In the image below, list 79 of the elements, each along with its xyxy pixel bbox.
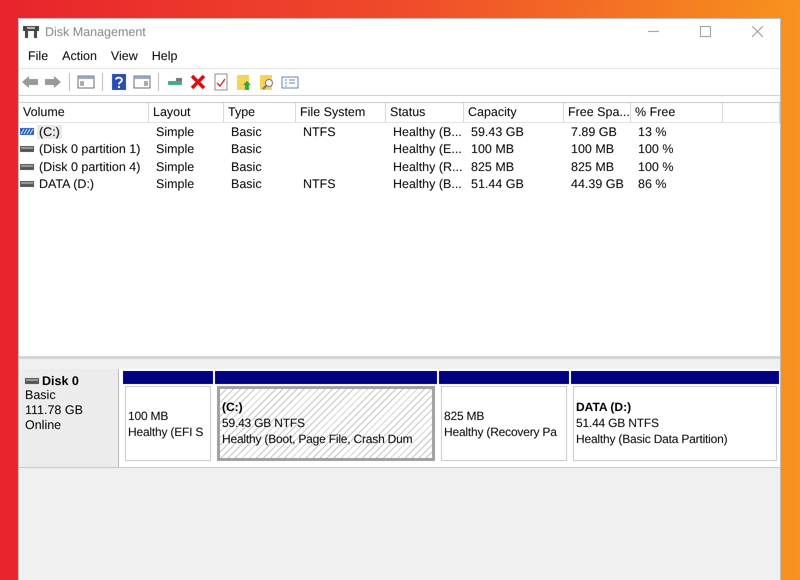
table-cell-text: Basic — [230, 160, 263, 174]
partition-status: Healthy (Basic Data Partition) — [576, 431, 728, 447]
table-cell-text: Simple — [155, 177, 196, 192]
column-header[interactable]: Layout — [149, 103, 224, 122]
menu-item[interactable]: Help — [144, 49, 184, 63]
column-header[interactable]: Capacity — [464, 103, 564, 122]
table-cell-text: NTFS — [302, 124, 337, 139]
column-header[interactable]: Volume — [19, 103, 149, 122]
drive-entry[interactable]: (C:) — [37, 124, 62, 139]
disk-state: Online — [25, 418, 62, 433]
volume-icon — [20, 181, 34, 188]
volume-icon — [20, 164, 34, 170]
column-header[interactable]: Free Spa... — [564, 103, 631, 122]
partition-label: DATA (D:) — [576, 400, 632, 415]
table-cell-text: Simple — [155, 160, 196, 174]
table-cell-text: 100 % — [637, 160, 674, 174]
table-cell-text: 44.39 GB — [570, 177, 625, 192]
table-cell-text: 100 % — [637, 142, 674, 156]
table-cell-text: Basic — [230, 142, 263, 156]
forward-icon[interactable] — [44, 73, 62, 91]
window-title: Disk Management — [45, 24, 147, 38]
table-cell-text: 100 MB — [470, 142, 516, 156]
partition-status: Healthy (Recovery Pa — [444, 424, 557, 440]
column-header[interactable]: % Free — [631, 103, 723, 122]
disk-info-panel[interactable]: Disk 0 Basic 111.78 GB Online — [19, 369, 119, 467]
partition-label: (C:) — [222, 400, 243, 415]
table-cell-text: 59.43 GB — [470, 124, 525, 139]
disk-type: Basic — [25, 388, 57, 403]
table-cell-text: NTFS — [302, 177, 337, 192]
table-cell-text: 13 % — [637, 124, 668, 139]
partition-block[interactable]: 825 MB Healthy (Recovery Pa — [441, 386, 567, 461]
column-header[interactable]: File System — [296, 103, 386, 122]
table-cell-text: 51.44 GB — [470, 177, 525, 192]
menu-item[interactable]: File — [21, 49, 56, 63]
partition-size: 100 MB — [128, 408, 168, 424]
partition-size: 59.43 GB NTFS — [222, 415, 305, 431]
search-icon[interactable] — [258, 73, 276, 91]
app-icon — [23, 24, 39, 38]
disk-icon — [25, 378, 39, 384]
volume-icon — [20, 128, 34, 136]
table-cell-text: 825 MB — [570, 160, 616, 174]
drive-entry[interactable]: (Disk 0 partition 4) — [37, 160, 142, 174]
column-header[interactable]: Type — [224, 103, 296, 122]
partition-status: Healthy (EFI S — [128, 424, 204, 440]
column-header[interactable]: Status — [386, 103, 464, 122]
table-cell-text: Healthy (B... — [392, 124, 463, 139]
table-cell-text: 86 % — [637, 177, 668, 192]
back-icon[interactable] — [21, 73, 39, 91]
action-pane-icon[interactable] — [133, 73, 151, 91]
menu-item[interactable]: View — [104, 49, 145, 63]
partition-block[interactable]: 100 MB Healthy (EFI S — [125, 386, 211, 461]
partition-size: 825 MB — [444, 408, 484, 424]
help-icon[interactable] — [110, 73, 128, 91]
table-cell-text: Healthy (B... — [392, 177, 463, 192]
partition-block[interactable]: (C:) 59.43 GB NTFS Healthy (Boot, Page File, Crash Dum — [217, 386, 435, 461]
disk-name: Disk 0 — [42, 374, 79, 388]
table-cell-text: Basic — [230, 124, 263, 139]
checklist-icon[interactable] — [212, 73, 230, 91]
partition-size: 51.44 GB NTFS — [576, 415, 659, 431]
table-cell-text: 100 MB — [570, 142, 616, 156]
disk-size: 111.78 GB — [25, 403, 84, 418]
table-cell-text: Basic — [230, 177, 263, 192]
menu-item[interactable]: Action — [55, 49, 104, 63]
maximize-icon[interactable] — [700, 26, 710, 37]
volume-icon — [20, 146, 34, 152]
console-tree-icon[interactable] — [77, 73, 95, 91]
table-cell-text: Healthy (E... — [392, 142, 463, 156]
partition-block[interactable]: DATA (D:) 51.44 GB NTFS Healthy (Basic Data Partition) — [573, 386, 777, 461]
drive-entry[interactable]: (Disk 0 partition 1) — [37, 142, 142, 156]
table-cell-text: Healthy (R... — [392, 160, 464, 174]
folder-up-icon[interactable] — [235, 73, 253, 91]
table-cell-text: Simple — [155, 124, 196, 139]
partition-status: Healthy (Boot, Page File, Crash Dum — [222, 431, 412, 447]
table-cell-text: Simple — [155, 142, 196, 156]
table-cell-text: 825 MB — [470, 160, 516, 174]
delete-icon[interactable] — [189, 73, 207, 91]
drive-entry[interactable]: DATA (D:) — [37, 177, 96, 192]
table-cell-text: 7.89 GB — [570, 124, 618, 139]
close-icon[interactable] — [752, 26, 762, 37]
